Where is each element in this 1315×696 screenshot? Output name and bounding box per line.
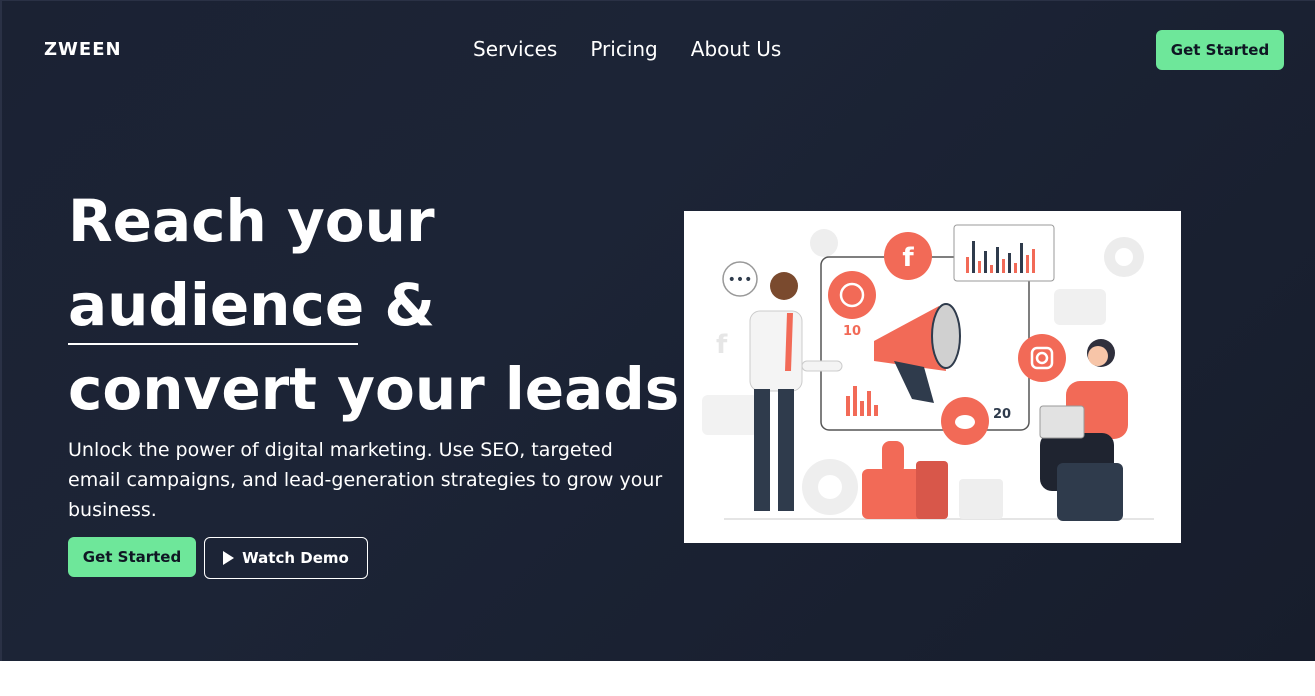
instagram-icon bbox=[1018, 334, 1066, 382]
hero-section: ZWEEN Services Pricing About Us Get Star… bbox=[0, 0, 1315, 661]
watch-demo-label: Watch Demo bbox=[242, 549, 349, 567]
svg-text:10: 10 bbox=[843, 324, 861, 339]
hero-description: Unlock the power of digital marketing. U… bbox=[68, 439, 663, 521]
hero-illustration: f f 10 20 ••• bbox=[684, 211, 1181, 543]
play-icon bbox=[223, 551, 235, 565]
watch-demo-button[interactable]: Watch Demo bbox=[204, 537, 368, 579]
thumbs-up-icon bbox=[862, 441, 948, 519]
twitter-icon bbox=[941, 397, 989, 445]
headline-line-3: convert your leads bbox=[68, 355, 680, 423]
svg-text:f: f bbox=[902, 243, 914, 273]
hero-cta-row: Get Started Watch Demo bbox=[68, 537, 368, 579]
logo[interactable]: ZWEEN bbox=[44, 39, 122, 60]
svg-text:20: 20 bbox=[993, 407, 1011, 422]
headline-line-2: audience & bbox=[68, 271, 435, 339]
svg-text:f: f bbox=[716, 330, 728, 360]
nav-services[interactable]: Services bbox=[473, 37, 557, 61]
hero-get-started-button[interactable]: Get Started bbox=[68, 537, 196, 577]
headline-line-1: Reach your bbox=[68, 187, 435, 255]
headline-underline bbox=[68, 343, 358, 345]
nav-pricing[interactable]: Pricing bbox=[590, 37, 657, 61]
whatsapp-icon bbox=[828, 271, 876, 319]
main-nav: Services Pricing About Us bbox=[473, 37, 781, 61]
hero-headline: Reach your audience & convert your leads bbox=[68, 179, 679, 431]
header-get-started-button[interactable]: Get Started bbox=[1156, 30, 1284, 70]
svg-text:•••: ••• bbox=[728, 272, 753, 288]
marketing-illustration: f f 10 20 ••• bbox=[702, 224, 1154, 521]
facebook-icon: f bbox=[884, 232, 932, 280]
nav-about-us[interactable]: About Us bbox=[691, 37, 782, 61]
